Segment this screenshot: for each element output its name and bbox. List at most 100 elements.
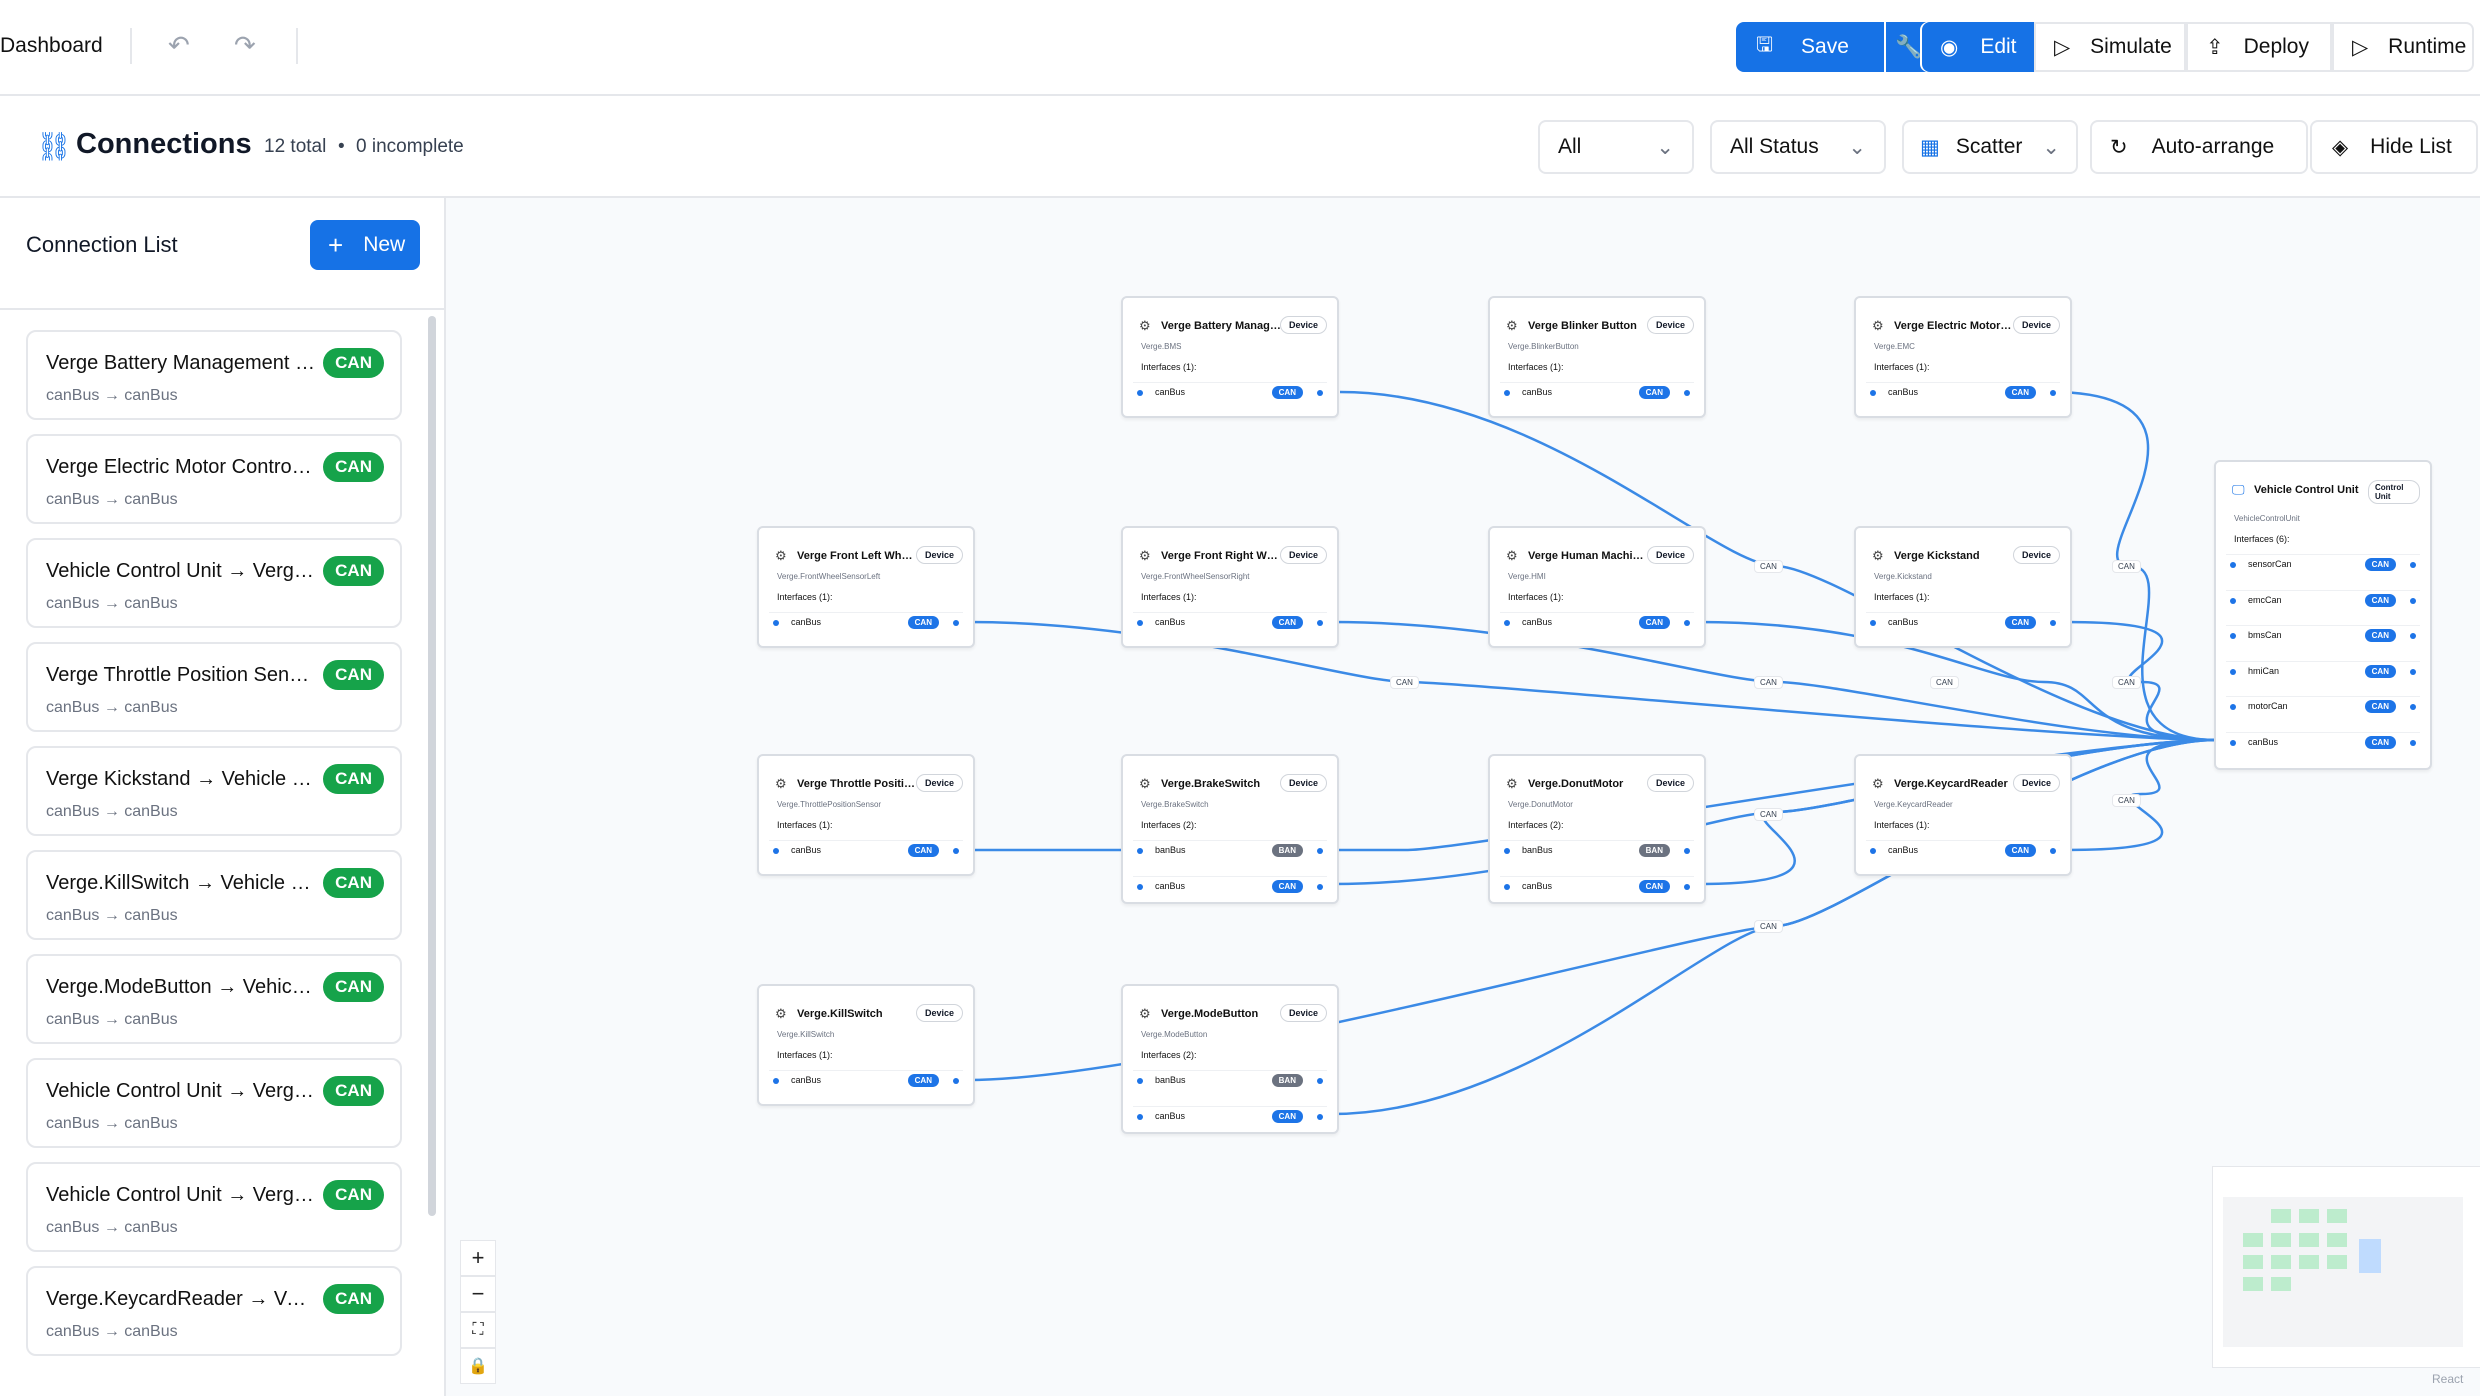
device-node[interactable]: ⚙ Verge Throttle Position... Device Verge.T… — [757, 754, 975, 876]
minimap[interactable] — [2212, 1166, 2480, 1368]
connection-item[interactable]: Vehicle Control Unit → Verge... canBus → … — [26, 1162, 402, 1252]
interface-row[interactable]: bmsCan CAN — [2226, 625, 2420, 646]
handle-right[interactable] — [953, 848, 959, 854]
interface-row[interactable]: canBus CAN — [1500, 876, 1694, 897]
device-node[interactable]: ⚙ Verge.KillSwitch Device Verge.KillSwitch I… — [757, 984, 975, 1106]
interface-row[interactable]: hmiCan CAN — [2226, 660, 2420, 682]
control-unit-node[interactable]: 🖵 Vehicle Control Unit Control Unit Vehicle… — [2214, 460, 2432, 770]
interface-row[interactable]: canBus CAN — [2226, 731, 2420, 753]
interface-row[interactable]: canBus CAN — [1133, 1106, 1327, 1127]
handle-right[interactable] — [1317, 884, 1323, 890]
lock-button[interactable]: 🔒 — [460, 1348, 496, 1384]
connection-edge[interactable] — [2065, 738, 2217, 852]
connection-item[interactable]: Verge.ModeButton → Vehicle ... canBus → c… — [26, 954, 402, 1044]
layout-select[interactable]: ▦ Scatter ⌄ — [1902, 120, 2078, 174]
new-connection-button[interactable]: + New — [310, 220, 420, 270]
connection-item[interactable]: Verge.KeycardReader → Vehi... canBus → ca… — [26, 1266, 402, 1356]
handle-left[interactable] — [2230, 633, 2236, 639]
handle-right[interactable] — [1317, 390, 1323, 396]
device-node[interactable]: ⚙ Verge.ModeButton Device Verge.ModeButton I… — [1121, 984, 1339, 1134]
handle-right[interactable] — [1684, 884, 1690, 890]
deploy-button[interactable]: ⇪ Deploy — [2186, 22, 2332, 72]
edge-label[interactable]: CAN — [1754, 560, 1783, 573]
connection-item[interactable]: Verge Battery Management S... canBus → ca… — [26, 330, 402, 420]
edge-label[interactable]: CAN — [2112, 794, 2141, 807]
device-node[interactable]: ⚙ Verge Battery Manage... Device Verge.BMS I… — [1121, 296, 1339, 418]
interface-row[interactable]: sensorCan CAN — [2226, 554, 2420, 575]
handle-left[interactable] — [1137, 1114, 1143, 1120]
auto-arrange-button[interactable]: ↻ Auto-arrange — [2090, 120, 2308, 174]
status-filter-select[interactable]: All Status ⌄ — [1710, 120, 1886, 174]
handle-left[interactable] — [2230, 668, 2236, 675]
handle-left[interactable] — [1137, 884, 1143, 890]
handle-left[interactable] — [1137, 390, 1143, 396]
edit-button[interactable]: ◉ Edit — [1922, 22, 2034, 72]
handle-right[interactable] — [1317, 1114, 1323, 1120]
handle-right[interactable] — [2410, 704, 2416, 710]
runtime-button[interactable]: ▷ Runtime — [2332, 22, 2474, 72]
handle-left[interactable] — [773, 1078, 779, 1084]
edge-label[interactable]: CAN — [1754, 676, 1783, 689]
handle-right[interactable] — [2410, 739, 2416, 746]
interface-row[interactable]: canBus CAN — [1133, 876, 1327, 897]
dashboard-link[interactable]: Dashboard — [0, 34, 103, 58]
handle-left[interactable] — [2230, 739, 2236, 746]
handle-right[interactable] — [2410, 633, 2416, 639]
handle-left[interactable] — [1870, 848, 1876, 854]
connection-item[interactable]: Verge Electric Motor Controlle... canBus … — [26, 434, 402, 524]
interface-row[interactable]: emcCan CAN — [2226, 589, 2420, 611]
handle-right[interactable] — [2410, 562, 2416, 568]
edge-label[interactable]: CAN — [2112, 560, 2141, 573]
handle-left[interactable] — [1870, 620, 1876, 626]
interface-row[interactable]: banBus BAN — [1133, 840, 1327, 861]
interface-row[interactable]: canBus CAN — [1500, 612, 1694, 633]
interface-row[interactable]: canBus CAN — [1500, 382, 1694, 403]
connection-item[interactable]: Verge Throttle Position Senso... canBus →… — [26, 642, 402, 732]
handle-left[interactable] — [2230, 597, 2236, 604]
handle-right[interactable] — [953, 1078, 959, 1084]
handle-left[interactable] — [1137, 1078, 1143, 1084]
redo-icon[interactable]: ↷ — [234, 30, 256, 61]
edge-label[interactable]: CAN — [1754, 808, 1783, 821]
handle-left[interactable] — [1504, 848, 1510, 854]
interface-row[interactable]: canBus CAN — [1866, 612, 2060, 633]
interface-row[interactable]: motorCan CAN — [2226, 696, 2420, 717]
handle-left[interactable] — [1504, 884, 1510, 890]
connection-item[interactable]: Verge Kickstand → Vehicle C... canBus → c… — [26, 746, 402, 836]
zoom-out-button[interactable]: − — [460, 1276, 496, 1312]
graph-canvas[interactable]: ⚙ Verge Battery Manage... Device Verge.BMS I… — [446, 198, 2480, 1396]
device-node[interactable]: ⚙ Verge Front Left Wheel... Device Verge.Fr… — [757, 526, 975, 648]
handle-left[interactable] — [1504, 620, 1510, 626]
connection-item[interactable]: Vehicle Control Unit → Verge... canBus → … — [26, 1058, 402, 1148]
device-node[interactable]: ⚙ Verge.BrakeSwitch Device Verge.BrakeSwitc… — [1121, 754, 1339, 904]
handle-right[interactable] — [1684, 390, 1690, 396]
handle-right[interactable] — [1317, 848, 1323, 854]
handle-right[interactable] — [2050, 848, 2056, 854]
handle-left[interactable] — [1870, 390, 1876, 396]
interface-row[interactable]: canBus CAN — [769, 840, 963, 861]
handle-right[interactable] — [2050, 620, 2056, 626]
interface-row[interactable]: canBus CAN — [1866, 840, 2060, 861]
handle-right[interactable] — [1684, 848, 1690, 854]
handle-right[interactable] — [2410, 597, 2416, 604]
handle-right[interactable] — [1317, 620, 1323, 626]
edge-label[interactable]: CAN — [2112, 676, 2141, 689]
device-node[interactable]: ⚙ Verge Kickstand Device Verge.Kickstand Int… — [1854, 526, 2072, 648]
edge-label[interactable]: CAN — [1930, 676, 1959, 689]
device-node[interactable]: ⚙ Verge Front Right Whe... Device Verge.Fro… — [1121, 526, 1339, 648]
handle-right[interactable] — [953, 620, 959, 626]
interface-row[interactable]: canBus CAN — [1866, 382, 2060, 403]
handle-left[interactable] — [1504, 390, 1510, 396]
connection-item[interactable]: Verge.KillSwitch → Vehicle C... canBus → … — [26, 850, 402, 940]
device-node[interactable]: ⚙ Verge.DonutMotor Device Verge.DonutMotor I… — [1488, 754, 1706, 904]
device-node[interactable]: ⚙ Verge.KeycardReader Device Verge.KeycardR… — [1854, 754, 2072, 876]
edge-label[interactable]: CAN — [1754, 920, 1783, 933]
connection-edge[interactable] — [2065, 620, 2217, 742]
interface-row[interactable]: canBus CAN — [1133, 612, 1327, 633]
handle-left[interactable] — [773, 620, 779, 626]
interface-row[interactable]: canBus CAN — [1133, 382, 1327, 403]
handle-right[interactable] — [1684, 620, 1690, 626]
handle-left[interactable] — [773, 848, 779, 854]
fit-view-button[interactable]: ⛶ — [460, 1312, 496, 1348]
device-node[interactable]: ⚙ Verge Electric Motor C... Device Verge.EM… — [1854, 296, 2072, 418]
